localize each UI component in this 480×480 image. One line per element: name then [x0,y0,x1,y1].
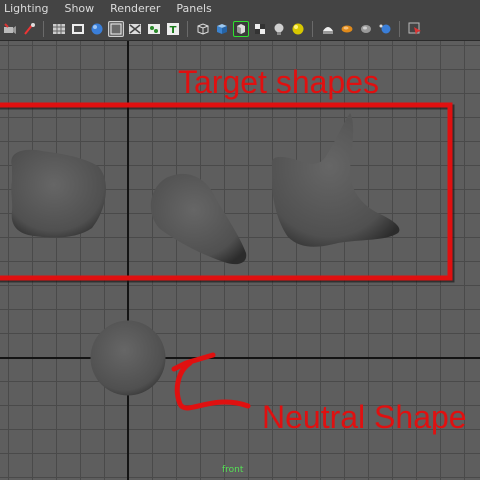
neutral-shape-label: Neutral Shape [262,399,467,435]
checker-icon[interactable] [252,21,268,37]
target-shapes-label: Target shapes [178,64,380,100]
target-shape-teardrop[interactable] [150,173,247,265]
toolbar-divider [312,21,313,37]
toolbar-divider [43,21,44,37]
target-shape-spiky[interactable] [271,113,400,247]
toolbar-divider [187,21,188,37]
menu-lighting[interactable]: Lighting [0,0,56,18]
target-shape-blob[interactable] [11,149,106,238]
panel-menu-bar: Lighting Show Renderer Panels [0,0,480,19]
menu-panels[interactable]: Panels [168,0,219,18]
light-bulb-icon[interactable] [271,21,287,37]
sphere-blue-icon[interactable] [377,21,393,37]
cube-wireframe-icon[interactable] [195,21,211,37]
isolate-select-icon[interactable] [232,21,249,37]
camera-name-label: front [222,465,244,475]
toolbar-divider [399,21,400,37]
bookmark-icon[interactable] [21,21,37,37]
menu-renderer[interactable]: Renderer [102,0,168,18]
neutral-arrow-head [171,352,216,372]
cube-shaded-icon[interactable] [214,21,230,37]
neutral-arrow [174,360,251,411]
front-viewport[interactable]: Target shapes Neutral Shape front [0,41,480,480]
film-gate-icon[interactable] [70,21,86,37]
select-camera-icon[interactable] [2,21,18,37]
hud-text-icon[interactable]: T [165,21,181,37]
cursor-icon[interactable] [407,21,423,37]
neutral-shape-sphere[interactable] [90,320,166,396]
sphere-icon[interactable] [290,21,306,37]
xray-icon[interactable] [127,21,143,37]
bulb-icon[interactable] [320,21,336,37]
panel-toolbar: T [0,18,480,41]
grid-icon[interactable] [51,21,67,37]
svg-text:T: T [169,25,176,36]
cylinder-icon[interactable] [339,21,355,37]
texture-icon[interactable] [146,21,162,37]
sphere-shaded-icon[interactable] [89,21,105,37]
menu-show[interactable]: Show [56,0,102,18]
wireframe-icon[interactable] [107,21,124,37]
ellipse-icon[interactable] [358,21,374,37]
